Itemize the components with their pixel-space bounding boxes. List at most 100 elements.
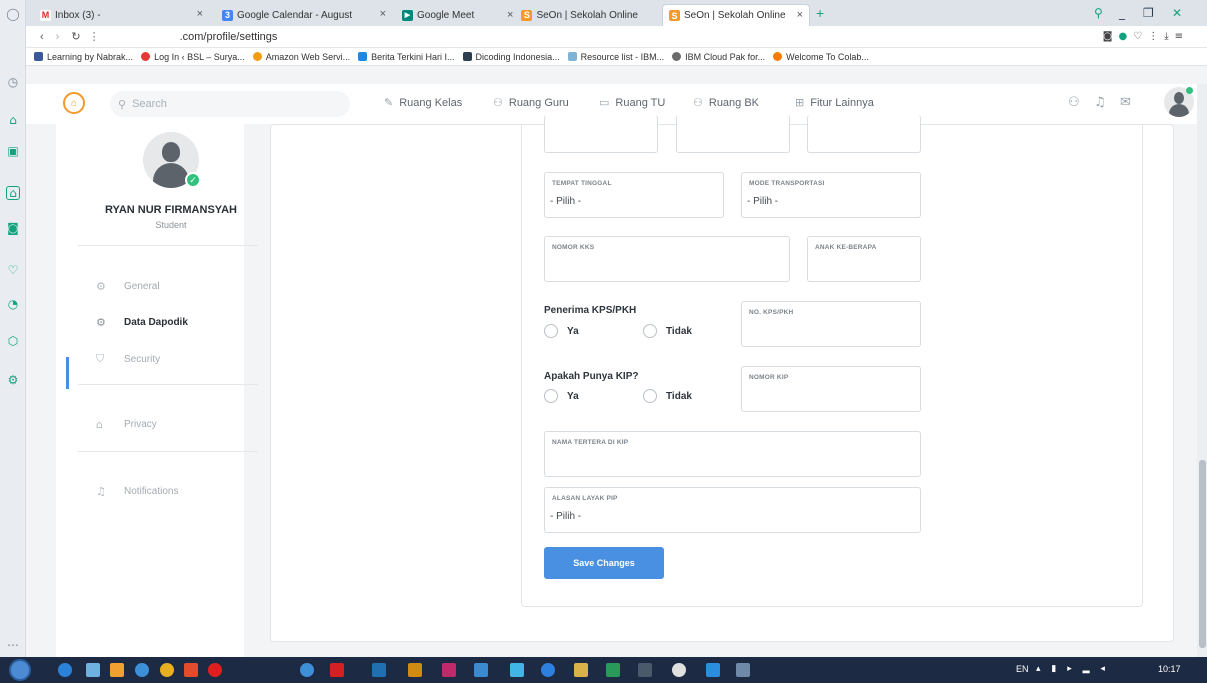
nav-ruang-guru[interactable]: ⚇ Ruang Guru xyxy=(493,96,569,109)
twitch-icon[interactable]: ▣ xyxy=(5,143,21,159)
ie-icon[interactable] xyxy=(58,663,72,677)
sidebar-item-data-dapodik[interactable]: ⚙ Data Dapodik xyxy=(96,316,188,329)
download-icon[interactable] xyxy=(474,663,488,677)
sidebar-item-notifications[interactable]: ♫ Notifications xyxy=(96,485,178,498)
nama-kip-field[interactable]: NAMA TERTERA DI KIP xyxy=(544,431,921,477)
nav-ruang-kelas[interactable]: ✎ Ruang Kelas xyxy=(384,96,462,109)
indesign-icon[interactable] xyxy=(442,663,456,677)
nav-ruang-bk[interactable]: ⚇ Ruang BK xyxy=(693,96,759,109)
heart-icon[interactable]: ♡ xyxy=(5,262,21,278)
start-button[interactable] xyxy=(9,659,31,681)
page-scrollbar[interactable] xyxy=(1197,84,1207,657)
tab-inbox[interactable]: M Inbox (3) - × xyxy=(34,4,209,26)
tab-seon-active[interactable]: S SeOn | Sekolah Online × xyxy=(662,4,810,26)
tempat-tinggal-select[interactable]: TEMPAT TINGGAL - Pilih - xyxy=(544,172,724,218)
app-icon[interactable] xyxy=(510,663,524,677)
shopping-icon[interactable]: ⌂ xyxy=(5,112,21,128)
chrome-canary-icon[interactable] xyxy=(160,663,174,677)
site-info-icon[interactable]: ⋮ xyxy=(89,30,100,43)
kps-no-radio[interactable]: Tidak xyxy=(643,324,692,338)
toolbar-icons[interactable]: ◙●♡⋮⤓≡ xyxy=(1103,31,1189,42)
tab-calendar[interactable]: 3 Google Calendar - August × xyxy=(216,4,392,26)
opera-icon[interactable] xyxy=(208,663,222,677)
bookmark-item[interactable]: Berita Terkini Hari I... xyxy=(358,52,455,62)
photoshop-icon[interactable] xyxy=(372,663,386,677)
opera-gx-icon[interactable] xyxy=(184,663,198,677)
app-icon[interactable] xyxy=(541,663,555,677)
sidebar-item-privacy[interactable]: ⌂ Privacy xyxy=(96,418,157,431)
no-kps-field[interactable]: NO. KPS/PKH xyxy=(741,301,921,347)
nomor-kip-field[interactable]: NOMOR KIP xyxy=(741,366,921,412)
kps-yes-radio[interactable]: Ya xyxy=(544,324,579,338)
user-icon[interactable]: ⚇ xyxy=(1068,95,1080,110)
extensions-icon[interactable]: ⬡ xyxy=(5,333,21,349)
bookmark-item[interactable]: IBM Cloud Pak for... xyxy=(672,52,765,62)
new-tab-icon[interactable]: + xyxy=(816,5,824,21)
bookmark-item[interactable]: Dicoding Indonesia... xyxy=(462,51,560,62)
anak-ke-field[interactable]: ANAK KE-BERAPA xyxy=(807,236,921,282)
opera-logo-icon[interactable]: ◯ xyxy=(5,6,21,22)
tab-seon[interactable]: × S SeOn | Sekolah Online xyxy=(501,4,661,26)
text-field[interactable] xyxy=(676,115,790,153)
close-icon[interactable]: × xyxy=(197,8,203,20)
speed-dial-icon[interactable]: ◷ xyxy=(5,74,21,90)
clock[interactable]: 10:17 xyxy=(1158,664,1181,674)
bookmark-item[interactable]: Resource list - IBM... xyxy=(567,52,664,62)
illustrator-icon[interactable] xyxy=(408,663,422,677)
bookmark-item[interactable]: Welcome To Colab... xyxy=(773,52,869,62)
close-icon[interactable]: × xyxy=(380,8,386,20)
bookmark-item[interactable]: Amazon Web Servi... xyxy=(252,52,350,62)
close-icon[interactable]: × xyxy=(797,9,803,21)
search-icon[interactable]: ⚲ xyxy=(1094,6,1103,20)
alasan-pip-select[interactable]: ALASAN LAYAK PIP - Pilih - xyxy=(544,487,921,533)
pencil-icon: ✎ xyxy=(384,96,394,109)
bookmark-item[interactable]: Log In ‹ BSL – Surya... xyxy=(141,52,245,62)
acrobat-icon[interactable] xyxy=(330,663,344,677)
kip-yes-radio[interactable]: Ya xyxy=(544,389,579,403)
save-changes-button[interactable]: Save Changes xyxy=(544,547,664,579)
forward-icon[interactable]: › xyxy=(56,31,60,43)
mode-transportasi-select[interactable]: MODE TRANSPORTASI - Pilih - xyxy=(741,172,921,218)
user-icon: ⚇ xyxy=(493,96,503,109)
bell-icon[interactable]: ♫ xyxy=(1094,95,1106,110)
reload-icon[interactable]: ↻ xyxy=(71,30,80,43)
nav-ruang-tu[interactable]: ▭ Ruang TU xyxy=(599,96,665,109)
terminal-icon[interactable] xyxy=(638,663,652,677)
app-icon[interactable] xyxy=(672,663,686,677)
seon-logo[interactable]: ⌂ xyxy=(63,92,85,114)
sidebar-item-security[interactable]: ⛉ Security xyxy=(96,352,160,366)
scrollbar-thumb[interactable] xyxy=(1199,460,1206,648)
notes-icon[interactable] xyxy=(574,663,588,677)
media-icon[interactable] xyxy=(110,663,124,677)
sidebar-item-general[interactable]: ⚙ General xyxy=(96,280,160,293)
nomor-kks-field[interactable]: NOMOR KKS xyxy=(544,236,790,282)
history-icon[interactable]: ◔ xyxy=(5,296,21,312)
kip-no-radio[interactable]: Tidak xyxy=(643,389,692,403)
app-icon[interactable] xyxy=(736,663,750,677)
language-indicator[interactable]: EN xyxy=(1016,664,1029,674)
url-input[interactable]: .com/profile/settings xyxy=(180,31,278,43)
workspace-icon[interactable]: ⌂ xyxy=(6,186,20,200)
vscode-icon[interactable] xyxy=(706,663,720,677)
minimize-icon[interactable]: _ xyxy=(1119,6,1125,20)
settings-icon[interactable]: ⚙ xyxy=(5,372,21,388)
pycharm-icon[interactable] xyxy=(606,663,620,677)
explorer-icon[interactable] xyxy=(86,663,100,677)
nav-fitur-lainnya[interactable]: ⊞ Fitur Lainnya xyxy=(795,96,874,109)
messenger-icon[interactable]: ◙ xyxy=(5,220,21,236)
search-icon: ⚲ xyxy=(118,97,127,111)
restore-icon[interactable]: ❐ xyxy=(1143,6,1154,20)
tray-icons[interactable]: ▴ ▮ ▸ ▂ ◂ xyxy=(1036,664,1109,674)
back-icon[interactable]: ‹ xyxy=(40,31,44,43)
close-icon[interactable]: × xyxy=(507,9,513,21)
chrome-icon[interactable] xyxy=(135,663,149,677)
mail-icon[interactable]: ✉ xyxy=(1120,95,1131,110)
text-field[interactable] xyxy=(807,115,921,153)
search-input[interactable]: ⚲ Search xyxy=(110,91,350,117)
firefox-icon[interactable] xyxy=(300,663,314,677)
bookmark-label: Dicoding Indonesia... xyxy=(475,51,560,62)
close-window-icon[interactable]: ✕ xyxy=(1172,6,1182,20)
more-icon[interactable]: ⋯ xyxy=(5,637,21,653)
text-field[interactable] xyxy=(544,115,658,153)
bookmark-item[interactable]: Learning by Nabrak... xyxy=(34,52,133,62)
